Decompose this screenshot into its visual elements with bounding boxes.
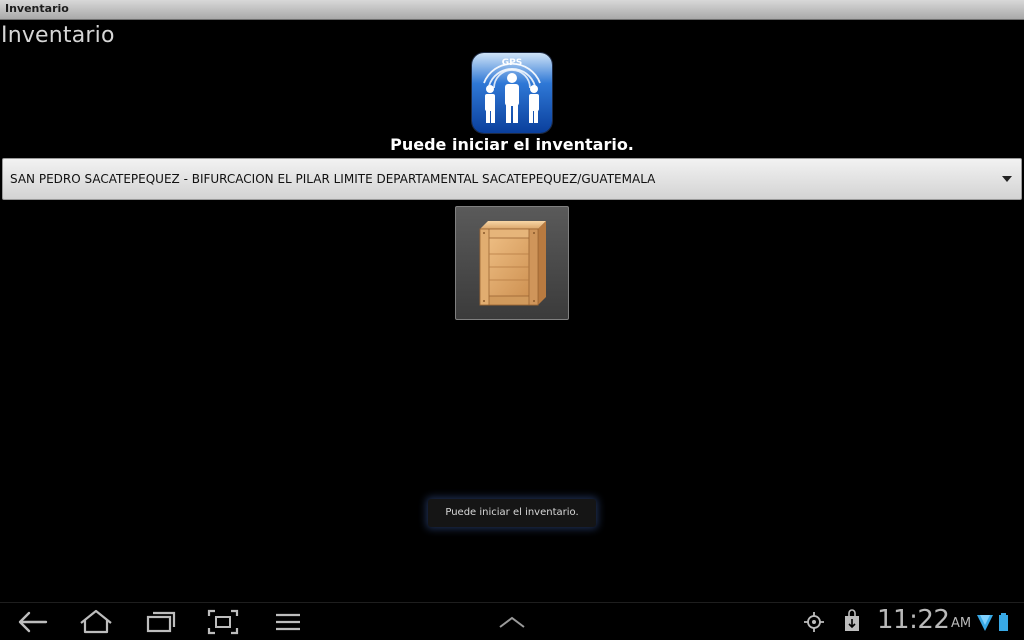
- app-screen: Inventario Inventario GPS Puede iniciar …: [0, 0, 1024, 640]
- gps-logo: GPS: [472, 53, 552, 133]
- wifi-signal-icon: [977, 613, 1008, 631]
- recent-apps-icon: [146, 611, 176, 633]
- toast-message: Puede iniciar el inventario.: [445, 507, 579, 518]
- crate-icon: [479, 221, 546, 306]
- location-select[interactable]: SAN PEDRO SACATEPEQUEZ - BIFURCACION EL …: [2, 158, 1022, 200]
- gps-crosshair-icon: [804, 612, 824, 632]
- menu-button[interactable]: [272, 603, 304, 640]
- screenshot-button[interactable]: [206, 603, 240, 640]
- signal-status[interactable]: [975, 603, 1021, 640]
- back-arrow-icon: [18, 611, 48, 633]
- start-inventory-button[interactable]: [455, 206, 569, 320]
- system-nav-bar: [0, 602, 1024, 640]
- download-notification[interactable]: [840, 603, 864, 640]
- download-bag-icon: [845, 609, 859, 631]
- chevron-up-icon: [499, 616, 525, 628]
- home-icon: [80, 609, 112, 634]
- app-title: Inventario: [1, 23, 115, 48]
- battery-icon: [999, 615, 1008, 631]
- back-button[interactable]: [16, 603, 50, 640]
- dropdown-arrow-icon: [1002, 176, 1012, 182]
- app-drawer-button[interactable]: [496, 603, 528, 640]
- logo-label: GPS: [502, 58, 522, 68]
- clock-ampm: AM: [951, 616, 972, 631]
- window-titlebar: Inventario: [0, 0, 1024, 20]
- window-title: Inventario: [5, 2, 69, 15]
- clock-time: 11:22: [877, 605, 950, 635]
- home-button[interactable]: [78, 603, 114, 640]
- menu-icon: [276, 613, 300, 631]
- screenshot-icon: [207, 609, 239, 635]
- toast-notification: Puede iniciar el inventario.: [428, 499, 596, 527]
- gps-status[interactable]: [802, 603, 826, 640]
- status-message: Puede iniciar el inventario.: [390, 135, 634, 154]
- location-select-value: SAN PEDRO SACATEPEQUEZ - BIFURCACION EL …: [10, 172, 656, 186]
- recent-apps-button[interactable]: [144, 603, 178, 640]
